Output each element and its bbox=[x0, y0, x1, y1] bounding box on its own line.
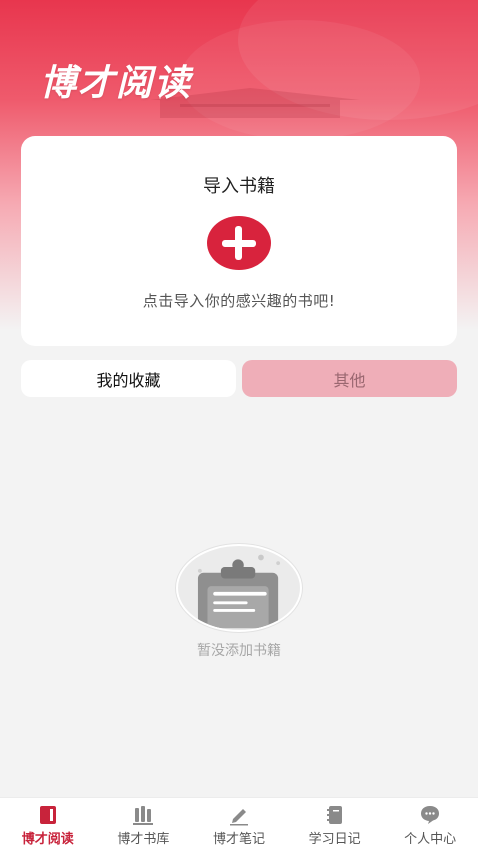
import-title: 导入书籍 bbox=[203, 176, 275, 197]
nav-label: 个人中心 bbox=[404, 832, 457, 847]
tab-favorites[interactable]: 我的收藏 bbox=[21, 360, 236, 397]
import-card: 导入书籍 点击导入你的感兴趣的书吧! bbox=[21, 136, 457, 346]
nav-label: 博才阅读 bbox=[21, 832, 74, 847]
bottom-nav: 博才阅读 博才书库 博才笔记 学习日记 个人中心 bbox=[0, 797, 478, 850]
nav-label: 博才笔记 bbox=[212, 832, 265, 847]
empty-state-text: 暂没添加书籍 bbox=[197, 643, 281, 659]
import-hint: 点击导入你的感兴趣的书吧! bbox=[142, 292, 336, 310]
tab-other[interactable]: 其他 bbox=[242, 360, 457, 397]
nav-item-library[interactable]: 博才书库 bbox=[96, 798, 192, 850]
library-icon bbox=[133, 806, 154, 825]
notebook-icon bbox=[326, 806, 342, 824]
chat-bubble-icon bbox=[421, 806, 440, 824]
book-icon bbox=[39, 806, 56, 824]
nav-item-notes[interactable]: 博才笔记 bbox=[191, 798, 287, 850]
pen-icon bbox=[229, 809, 248, 826]
import-book-button[interactable] bbox=[207, 216, 271, 270]
nav-label: 学习日记 bbox=[308, 832, 361, 847]
nav-label: 博才书库 bbox=[117, 832, 170, 847]
nav-item-diary[interactable]: 学习日记 bbox=[287, 798, 383, 850]
nav-item-profile[interactable]: 个人中心 bbox=[382, 798, 478, 850]
nav-item-reading[interactable]: 博才阅读 bbox=[0, 798, 96, 850]
app-title: 博才阅读 bbox=[40, 63, 193, 104]
empty-clipboard-icon bbox=[176, 544, 302, 632]
